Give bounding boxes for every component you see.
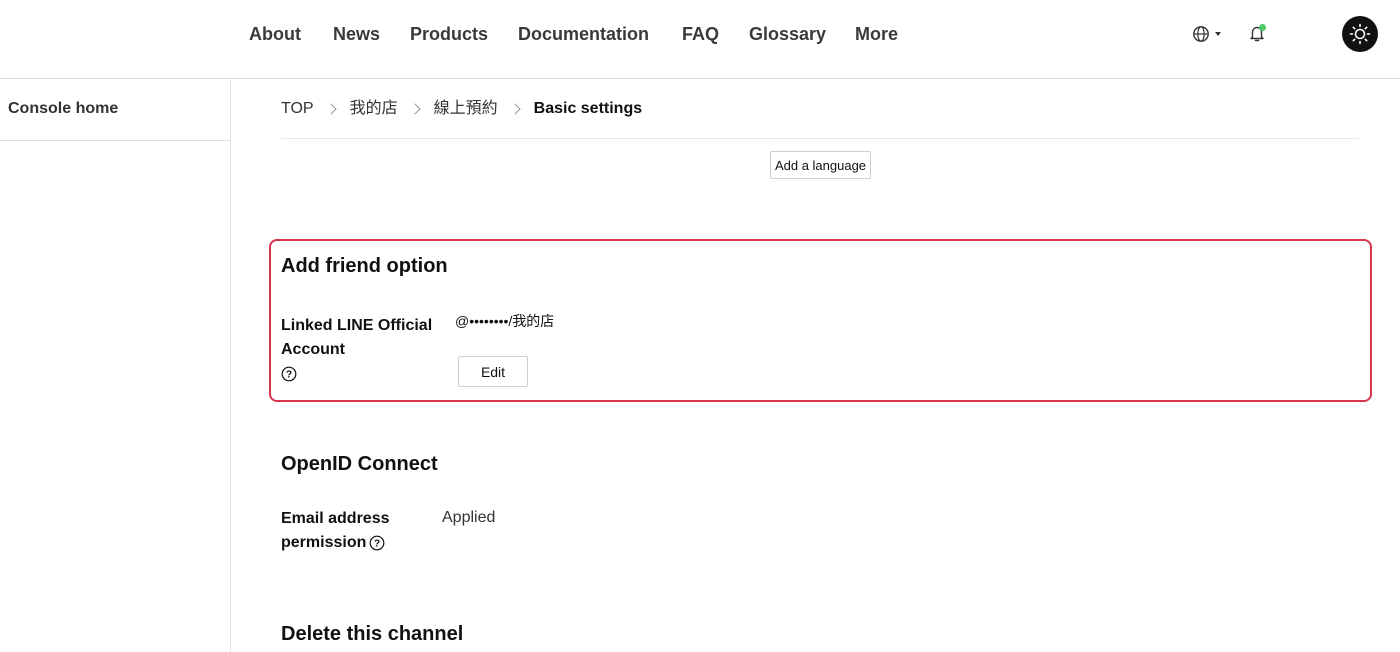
- breadcrumb-provider[interactable]: 我的店: [350, 98, 398, 120]
- chevron-right-icon: [324, 103, 337, 115]
- add-language-button[interactable]: Add a language: [770, 151, 871, 179]
- nav-about[interactable]: About: [249, 22, 301, 46]
- edit-button[interactable]: Edit: [458, 356, 528, 387]
- language-selector[interactable]: [1192, 24, 1226, 44]
- openid-connect-title: OpenID Connect: [281, 453, 438, 475]
- chevron-right-icon: [508, 103, 521, 115]
- notifications-button[interactable]: [1248, 23, 1268, 43]
- nav-faq[interactable]: FAQ: [682, 22, 719, 46]
- email-permission-value: Applied: [442, 509, 496, 526]
- nav-more[interactable]: More: [855, 22, 898, 46]
- linked-account-label-line1: Linked LINE Official: [281, 317, 433, 334]
- email-permission-label-line1: Email address: [281, 510, 390, 527]
- sun-icon: [1349, 23, 1371, 45]
- theme-toggle-button[interactable]: [1342, 16, 1378, 52]
- globe-icon: [1193, 26, 1209, 42]
- sidebar: Console home: [0, 80, 231, 652]
- nav-glossary[interactable]: Glossary: [749, 22, 826, 46]
- nav-documentation[interactable]: Documentation: [518, 22, 649, 46]
- email-permission-label-line2: permission: [281, 534, 367, 551]
- chevron-down-icon: [1215, 32, 1221, 36]
- breadcrumb: TOP 我的店 線上預約 Basic settings: [281, 98, 642, 120]
- svg-text:?: ?: [374, 539, 380, 550]
- help-icon[interactable]: ?: [281, 366, 297, 382]
- breadcrumb-top[interactable]: TOP: [281, 98, 314, 120]
- chevron-right-icon: [408, 103, 421, 115]
- add-friend-option-title: Add friend option: [281, 255, 448, 277]
- breadcrumb-divider: [281, 138, 1359, 139]
- top-navigation: About News Products Documentation FAQ Gl…: [0, 0, 1400, 79]
- svg-text:?: ?: [286, 370, 292, 381]
- breadcrumb-current: Basic settings: [533, 100, 643, 117]
- linked-account-value: @••••••••/我的店: [455, 313, 555, 329]
- linked-account-label-line2: Account: [281, 341, 345, 358]
- breadcrumb-channel[interactable]: 線上預約: [434, 98, 498, 120]
- nav-news[interactable]: News: [333, 22, 380, 46]
- help-icon[interactable]: ?: [369, 535, 385, 551]
- nav-products[interactable]: Products: [410, 22, 488, 46]
- delete-channel-title: Delete this channel: [281, 623, 464, 645]
- sidebar-item-console-home[interactable]: Console home: [0, 80, 230, 141]
- notification-dot: [1259, 24, 1266, 31]
